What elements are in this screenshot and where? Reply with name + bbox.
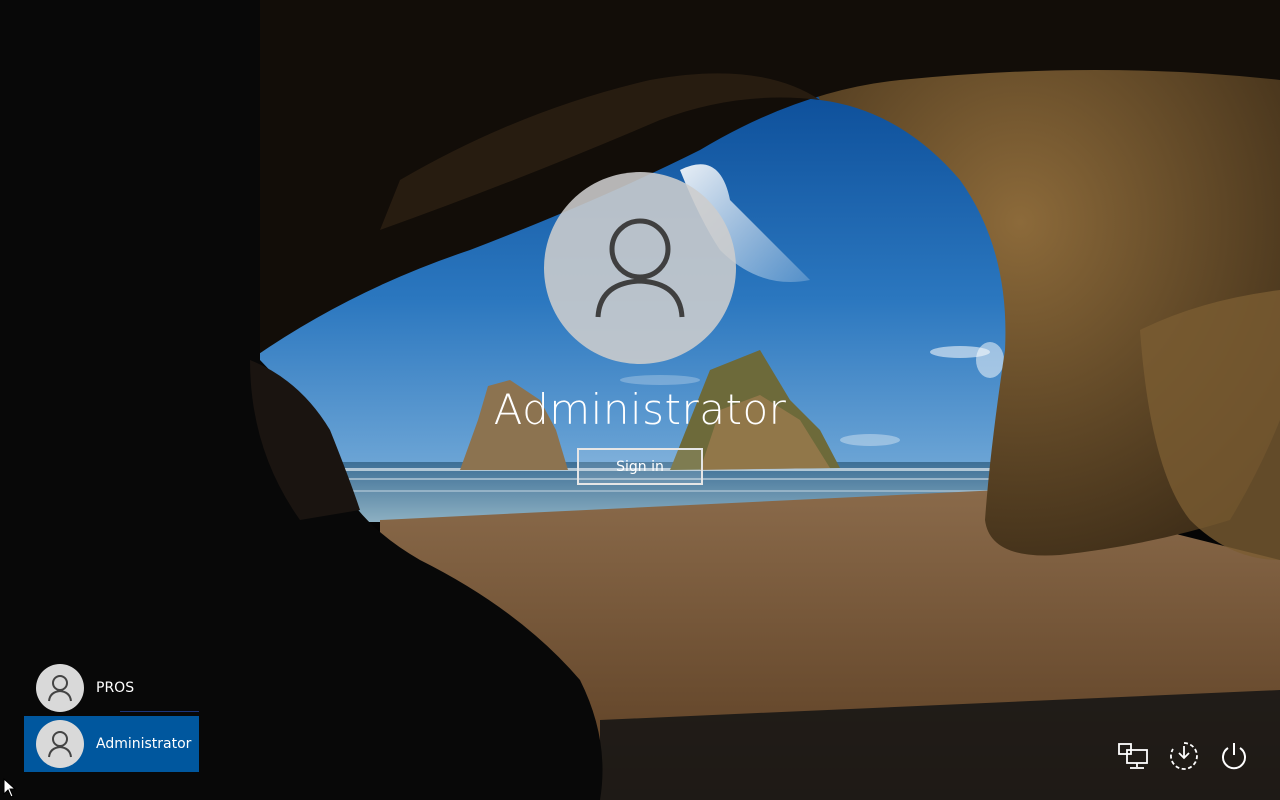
sign-in-button[interactable]: Sign in	[577, 448, 703, 485]
user-list-item-administrator[interactable]: Administrator	[24, 716, 199, 772]
user-icon	[48, 675, 72, 702]
user-list-item-label: Administrator	[96, 736, 192, 752]
power-icon	[1222, 743, 1246, 770]
power-button[interactable]	[1218, 740, 1250, 772]
user-icon	[595, 218, 685, 318]
user-icon	[48, 731, 72, 758]
user-name-title: Administrator	[493, 385, 787, 434]
user-avatar-small	[36, 664, 84, 712]
focus-underline	[120, 711, 199, 712]
user-list-item-pros[interactable]: PROS	[24, 660, 199, 716]
user-avatar-large	[544, 172, 736, 364]
ease-of-access-icon	[1170, 742, 1198, 770]
user-list-item-label: PROS	[96, 680, 135, 696]
user-switcher-list: PROS Administrator	[24, 660, 199, 772]
mouse-cursor-icon	[3, 778, 17, 798]
network-icon	[1118, 743, 1148, 769]
system-icons	[1118, 740, 1250, 772]
user-avatar-small	[36, 720, 84, 768]
lock-screen: Administrator Sign in PROS Administrator	[0, 0, 1280, 800]
ease-of-access-button[interactable]	[1168, 740, 1200, 772]
network-button[interactable]	[1118, 740, 1150, 772]
